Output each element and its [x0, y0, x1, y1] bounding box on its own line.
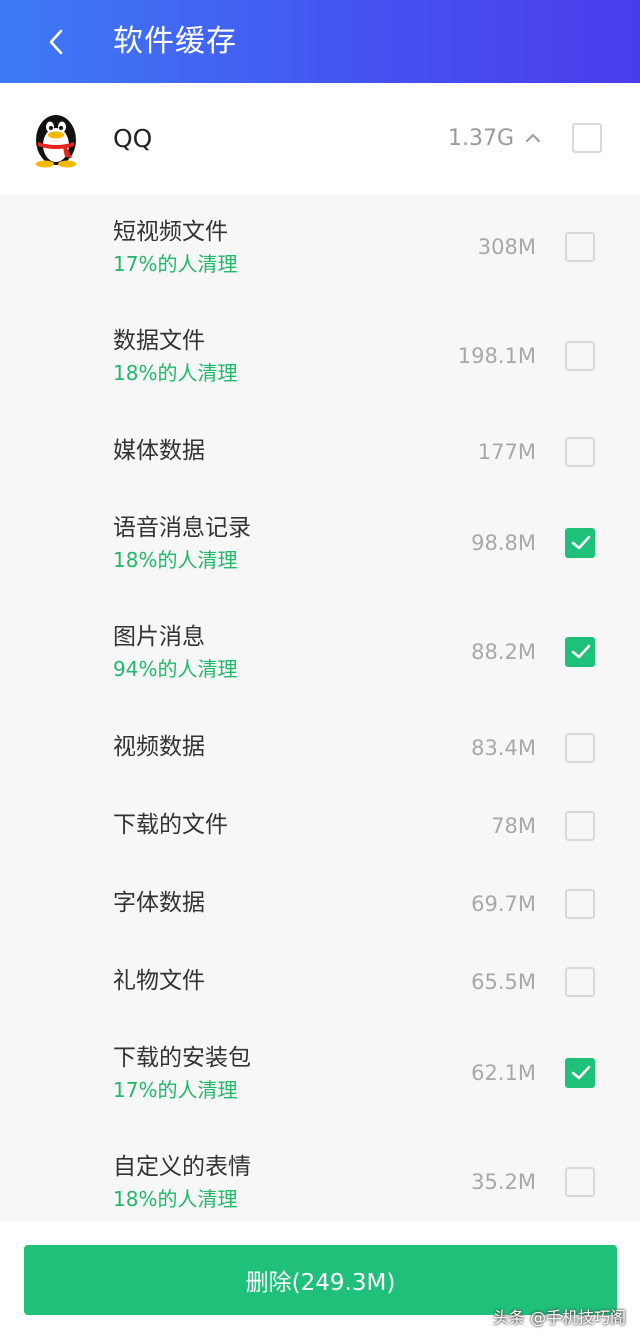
cache-item-title: 视频数据: [113, 734, 205, 760]
cache-item-title: 语音消息记录: [113, 515, 251, 541]
cache-item-clean-rate: 18%的人清理: [113, 548, 238, 572]
app-row-qq[interactable]: QQ 1.37G: [0, 83, 640, 195]
cache-item-size: 65.5M: [471, 970, 536, 994]
cache-item-size: 35.2M: [471, 1170, 536, 1194]
cache-item[interactable]: 语音消息记录 18%的人清理 98.8M: [0, 491, 640, 600]
cache-item-checkbox[interactable]: [565, 528, 595, 558]
cache-item[interactable]: 短视频文件 17%的人清理 308M: [0, 195, 640, 304]
cache-item-title: 字体数据: [113, 890, 205, 916]
cache-item-checkbox[interactable]: [565, 1167, 595, 1197]
cache-item-checkbox[interactable]: [565, 733, 595, 763]
cache-item-list: 短视频文件 17%的人清理 308M 数据文件 18%的人清理 198.1M 媒体数据 177…: [0, 195, 640, 1239]
cache-item-size: 62.1M: [471, 1061, 536, 1085]
cache-item-checkbox[interactable]: [565, 637, 595, 667]
cache-item-size: 69.7M: [471, 892, 536, 916]
cache-item-title: 下载的文件: [113, 812, 228, 838]
cache-item-title: 媒体数据: [113, 438, 205, 464]
cache-item[interactable]: 视频数据 83.4M: [0, 709, 640, 787]
cache-item-title: 礼物文件: [113, 968, 205, 994]
cache-item-clean-rate: 18%的人清理: [113, 1187, 238, 1211]
cache-item[interactable]: 礼物文件 65.5M: [0, 943, 640, 1021]
cache-item-title: 短视频文件: [113, 219, 228, 245]
cache-item-checkbox[interactable]: [565, 811, 595, 841]
checkmark-icon: [571, 644, 591, 659]
app-select-checkbox[interactable]: [572, 123, 602, 153]
cache-item-title: 下载的安装包: [113, 1045, 251, 1071]
checkmark-icon: [571, 1065, 591, 1080]
cache-item[interactable]: 图片消息 94%的人清理 88.2M: [0, 600, 640, 709]
cache-item-title: 自定义的表情: [113, 1154, 251, 1180]
cache-item-size: 83.4M: [471, 736, 536, 760]
cache-item-checkbox[interactable]: [565, 1058, 595, 1088]
cache-item-checkbox[interactable]: [565, 341, 595, 371]
cache-item-checkbox[interactable]: [565, 967, 595, 997]
page-title: 软件缓存: [113, 24, 237, 59]
cache-item[interactable]: 字体数据 69.7M: [0, 865, 640, 943]
cache-item-clean-rate: 17%的人清理: [113, 1078, 238, 1102]
cache-item-size: 177M: [477, 440, 536, 464]
cache-item-clean-rate: 18%的人清理: [113, 361, 238, 385]
chevron-left-icon: [49, 29, 63, 55]
cache-item-size: 198.1M: [457, 344, 536, 368]
top-bar: 软件缓存: [0, 0, 640, 83]
watermark: 头条 @手机技巧阁: [492, 1308, 626, 1327]
cache-item-checkbox[interactable]: [565, 889, 595, 919]
cache-item-clean-rate: 94%的人清理: [113, 657, 238, 681]
chevron-up-icon[interactable]: [523, 128, 543, 148]
checkmark-icon: [571, 535, 591, 550]
cache-item-title: 数据文件: [113, 328, 205, 354]
cache-item[interactable]: 数据文件 18%的人清理 198.1M: [0, 304, 640, 413]
app-size: 1.37G: [447, 126, 514, 151]
cache-item-checkbox[interactable]: [565, 437, 595, 467]
cache-item[interactable]: 媒体数据 177M: [0, 413, 640, 491]
cache-item-size: 88.2M: [471, 640, 536, 664]
cache-item-size: 78M: [491, 814, 536, 838]
cache-item-clean-rate: 17%的人清理: [113, 252, 238, 276]
cache-item[interactable]: 下载的安装包 17%的人清理 62.1M: [0, 1021, 640, 1130]
cache-item-checkbox[interactable]: [565, 232, 595, 262]
qq-penguin-icon: [30, 110, 82, 168]
cache-item-title: 图片消息: [113, 624, 205, 650]
cache-item[interactable]: 下载的文件 78M: [0, 787, 640, 865]
app-name: QQ: [113, 124, 153, 153]
cache-item-size: 98.8M: [471, 531, 536, 555]
back-button[interactable]: [36, 22, 76, 62]
cache-item-size: 308M: [477, 235, 536, 259]
